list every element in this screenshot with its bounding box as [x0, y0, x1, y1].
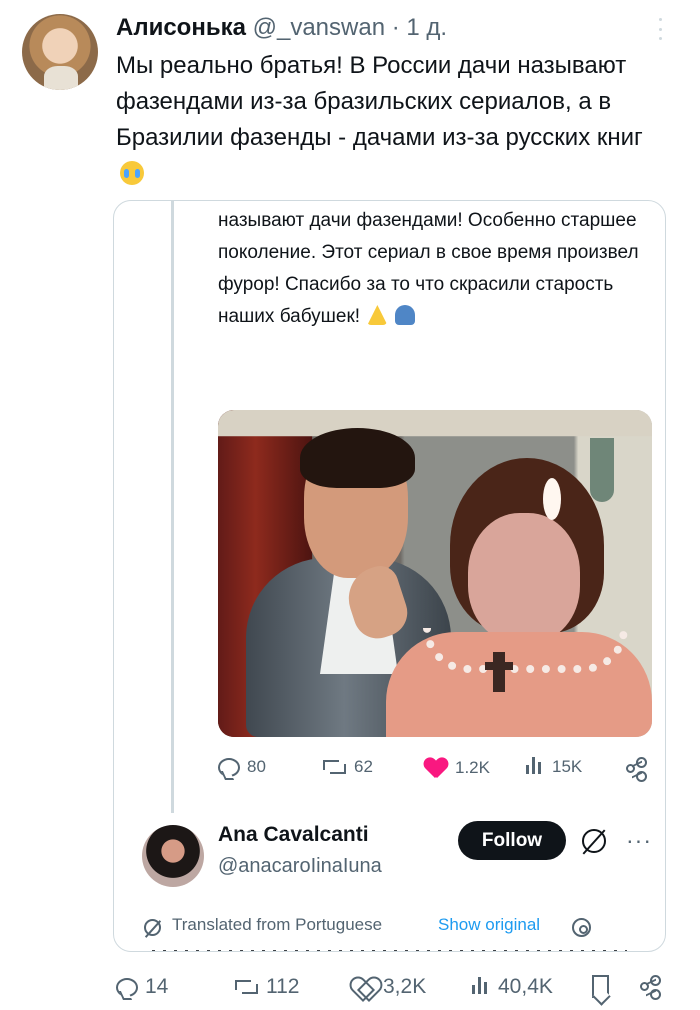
lamp	[590, 438, 614, 502]
main-tweet-actions: 14 112 3,2K 40,4K	[116, 972, 676, 1006]
more-dot-icon	[658, 18, 662, 21]
author-handle[interactable]: @_vanswan	[253, 14, 385, 41]
quoted-profile-row[interactable]: Ana Cavalcanti @anacaroIinaIuna Follow ·…	[142, 821, 652, 893]
quoted-author-name[interactable]: Ana Cavalcanti	[218, 823, 369, 847]
like-count: 1.2K	[455, 757, 490, 777]
main-repost-count: 112	[266, 975, 300, 998]
like-action[interactable]: 1.2K	[424, 757, 490, 778]
hair-flower	[543, 478, 561, 520]
gear-icon[interactable]	[572, 918, 591, 937]
telenovela-photo[interactable]	[218, 410, 652, 737]
heart-outline-icon	[352, 977, 376, 998]
quoted-thread-card[interactable]: называют дачи фазендами! Особенно старше…	[113, 200, 666, 952]
more-dot-icon	[658, 27, 662, 31]
dress-lace	[423, 628, 628, 673]
repost-action[interactable]: 62	[322, 757, 373, 777]
quoted-reply-text: называют дачи фазендами! Особенно старше…	[218, 210, 639, 327]
view-count: 15K	[552, 757, 583, 776]
share-icon	[638, 975, 659, 996]
views-icon	[470, 977, 491, 997]
more-options-button[interactable]	[650, 14, 670, 44]
main-reply-count: 14	[145, 975, 169, 998]
thread-connector-line	[171, 201, 174, 813]
main-views-action[interactable]: 40,4K	[470, 975, 553, 999]
reply-icon	[116, 977, 138, 997]
more-dot-icon	[658, 37, 662, 40]
views-action[interactable]: 15K	[524, 757, 582, 777]
quoted-more-options[interactable]: ···	[626, 827, 652, 854]
show-original-link[interactable]: Show original	[438, 915, 540, 935]
follow-button[interactable]: Follow	[458, 821, 566, 860]
main-share-action[interactable]	[638, 975, 659, 996]
quoted-author-avatar[interactable]	[142, 825, 204, 887]
people-hugging-icon	[394, 305, 415, 325]
quoted-author-handle[interactable]: @anacaroIinaIuna	[218, 855, 382, 878]
main-like-count: 3,2K	[383, 975, 427, 998]
tweet-text: Мы реально братья! В России дачи называю…	[116, 52, 643, 151]
main-view-count: 40,4K	[498, 975, 553, 998]
separator: ·	[391, 14, 400, 41]
translation-row: Translated from Portuguese Show original	[142, 913, 632, 943]
views-icon	[524, 757, 545, 777]
retweet-icon	[322, 758, 347, 776]
share-icon	[624, 757, 645, 778]
folded-hands-icon	[367, 305, 388, 325]
quoted-reply-body: называют дачи фазендами! Особенно старше…	[218, 205, 648, 333]
reply-icon	[218, 757, 240, 777]
main-repost-action[interactable]: 112	[234, 975, 299, 999]
quoted-tweet-metrics: 80 62 1.2K 15K	[218, 746, 652, 794]
tweet-body: Мы реально братья! В России дачи называю…	[116, 48, 656, 192]
author-avatar[interactable]	[22, 14, 98, 90]
woman-face	[468, 513, 580, 643]
retweet-icon	[234, 978, 259, 996]
ornamental-wall	[218, 410, 652, 496]
loudly-crying-face-icon	[120, 161, 144, 185]
share-action[interactable]	[624, 757, 645, 778]
main-like-action[interactable]: 3,2K	[352, 975, 426, 999]
grok-icon[interactable]	[582, 829, 606, 853]
man-hair	[300, 428, 415, 488]
cut-text-line	[152, 950, 627, 951]
bookmark-action[interactable]	[592, 975, 609, 998]
translated-label: Translated from Portuguese	[172, 915, 383, 934]
repost-count: 62	[354, 757, 373, 776]
reply-action[interactable]: 80	[218, 757, 266, 777]
heart-icon	[424, 757, 448, 778]
reply-count: 80	[247, 757, 266, 776]
main-reply-action[interactable]: 14	[116, 975, 168, 999]
tweet-header: Алисонька @_vanswan · 1 д.	[116, 14, 447, 42]
tweet-age[interactable]: 1 д.	[406, 14, 447, 41]
translate-icon	[144, 919, 161, 936]
bookmark-icon	[592, 975, 609, 998]
author-name[interactable]: Алисонька	[116, 14, 246, 41]
cross-necklace	[485, 652, 513, 692]
